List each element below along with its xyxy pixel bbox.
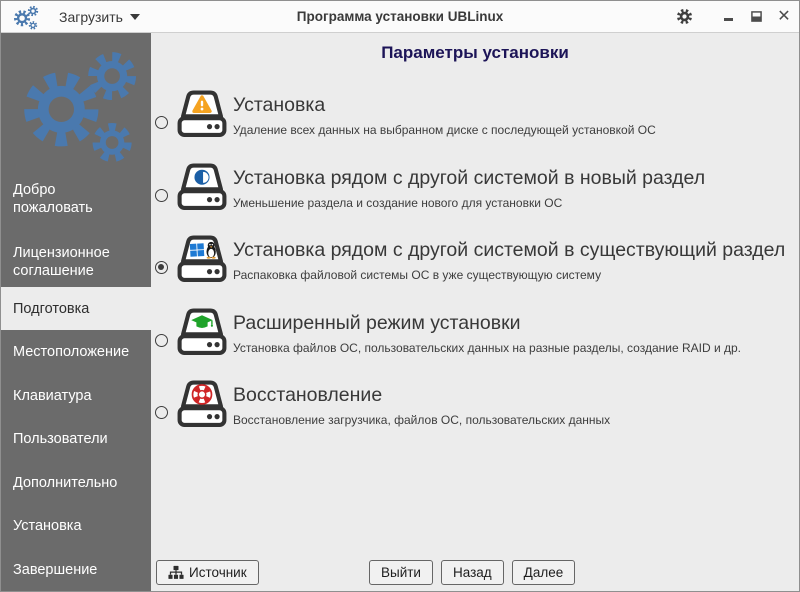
maximize-button[interactable]	[749, 9, 763, 25]
sidebar-item-label: Пользователи	[13, 431, 108, 447]
option-title: Установка	[233, 94, 326, 116]
gears-icon	[11, 3, 39, 30]
sidebar-item-installation[interactable]: Установка	[1, 504, 151, 548]
load-button[interactable]: Загрузить	[59, 9, 140, 25]
source-button-label: Источник	[189, 565, 247, 580]
sidebar-item-label: Дополнительно	[13, 474, 118, 491]
load-button-label: Загрузить	[59, 8, 123, 25]
option-title: Установка рядом с другой системой в новы…	[233, 167, 706, 189]
network-icon	[168, 565, 184, 580]
option-description: Распаковка файловой системы ОС в уже сущ…	[233, 268, 602, 282]
option-radio[interactable]	[155, 189, 168, 202]
source-button[interactable]: Источник	[156, 560, 259, 585]
sidebar-item-label: Завершение	[13, 562, 98, 578]
drive-dualboot-icon	[174, 235, 230, 290]
sidebar-item-additional[interactable]: Дополнительно	[1, 461, 151, 504]
sidebar-item-welcome[interactable]: Добро пожаловать	[1, 168, 151, 230]
option-install[interactable]: Установка Удаление всех данных на выбран…	[155, 90, 795, 140]
back-button[interactable]: Назад	[440, 560, 504, 585]
option-recovery[interactable]: Восстановление Восстановление загрузчика…	[155, 380, 795, 430]
content-area: Параметры установки Установка Удаление в…	[151, 33, 799, 591]
sidebar-item-label: Установка	[13, 518, 82, 534]
option-radio[interactable]	[155, 406, 168, 419]
sidebar: Добро пожаловать Лицензионное соглашение…	[1, 33, 151, 591]
option-install-existing-partition[interactable]: Установка рядом с другой системой в суще…	[155, 235, 795, 285]
sidebar-item-label: Клавиатура	[13, 387, 92, 404]
sidebar-item-users[interactable]: Пользователи	[1, 417, 151, 461]
drive-lifebuoy-icon	[174, 380, 230, 435]
drive-graduation-icon	[174, 308, 230, 363]
sidebar-item-label: Подготовка	[13, 300, 90, 317]
option-description: Удаление всех данных на выбранном диске …	[233, 123, 656, 137]
sidebar-item-license[interactable]: Лицензионное соглашение	[1, 231, 151, 293]
option-title: Расширенный режим установки	[233, 312, 521, 334]
sidebar-item-keyboard[interactable]: Клавиатура	[1, 374, 151, 417]
page-title: Параметры установки	[381, 43, 569, 62]
next-button[interactable]: Далее	[511, 560, 576, 585]
option-description: Восстановление загрузчика, файлов ОС, по…	[233, 413, 611, 427]
chevron-down-icon	[129, 13, 140, 20]
option-title: Восстановление	[233, 384, 383, 406]
sidebar-item-label: Лицензионное соглашение	[13, 245, 110, 279]
installer-window: Загрузить Программа установки UBLinux ✕ …	[0, 0, 800, 592]
sidebar-item-preparation[interactable]: Подготовка	[1, 287, 151, 330]
drive-warning-icon	[174, 90, 230, 145]
option-radio[interactable]	[155, 116, 168, 129]
minimize-button[interactable]	[721, 9, 735, 25]
gears-logo-icon	[9, 39, 141, 169]
option-description: Уменьшение раздела и создание нового для…	[233, 196, 563, 210]
sidebar-item-finish[interactable]: Завершение	[1, 548, 151, 591]
option-radio[interactable]	[155, 261, 168, 274]
sidebar-item-label: Добро пожаловать	[13, 182, 93, 216]
option-title: Установка рядом с другой системой в суще…	[233, 239, 786, 261]
sidebar-item-label: Местоположение	[13, 344, 130, 360]
exit-button[interactable]: Выйти	[369, 560, 433, 585]
option-radio[interactable]	[155, 334, 168, 347]
option-description: Установка файлов ОС, пользовательских да…	[233, 341, 742, 355]
gear-icon[interactable]	[676, 8, 693, 25]
titlebar: Загрузить Программа установки UBLinux ✕	[1, 1, 799, 33]
close-icon[interactable]: ✕	[777, 8, 791, 25]
sidebar-item-location[interactable]: Местоположение	[1, 330, 151, 374]
option-advanced-mode[interactable]: Расширенный режим установки Установка фа…	[155, 308, 795, 358]
option-install-new-partition[interactable]: Установка рядом с другой системой в новы…	[155, 163, 795, 213]
drive-partition-icon	[174, 163, 230, 218]
